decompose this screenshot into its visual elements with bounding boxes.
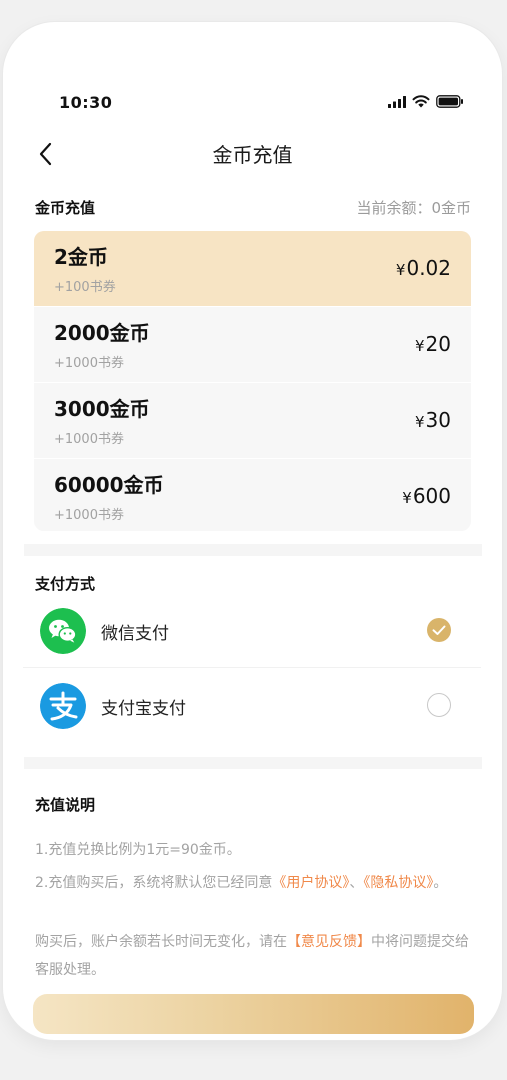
user-agreement-link[interactable]: 《用户协议》 [272, 875, 349, 891]
payment-label-wechat: 微信支付 [101, 624, 169, 644]
price-value: 600 [412, 484, 451, 508]
notes-title: 充值说明 [35, 796, 96, 814]
note-line-2-end: 。 [433, 875, 448, 891]
package-coins: 2000金币 [54, 321, 150, 345]
package-list: 2金币 +100书券 ¥0.02 2000金币 +1000书券 ¥20 3000… [34, 231, 471, 531]
price-value: 20 [425, 332, 451, 356]
section-divider [24, 544, 482, 556]
package-coins: 3000金币 [54, 397, 150, 421]
note-line-2-text: 2.充值购买后，系统将默认您已经同意 [35, 875, 273, 891]
page-title: 金币充值 [212, 143, 293, 167]
note-line-3-text: 购买后，账户余额若长时间无变化，请在 [35, 934, 287, 950]
package-bonus: +1000书券 [54, 356, 124, 371]
price-value: 0.02 [406, 256, 451, 280]
package-coins: 2金币 [54, 245, 108, 269]
battery-icon [436, 95, 463, 108]
privacy-agreement-link[interactable]: 《隐私协议》 [363, 875, 433, 891]
feedback-link[interactable]: 【意见反馈】 [287, 934, 371, 950]
currency-symbol: ¥ [395, 261, 406, 279]
payment-section-title: 支付方式 [35, 575, 96, 593]
note-line-1: 1.充值兑换比例为1元=90金币。 [35, 842, 241, 858]
payment-label-alipay: 支付宝支付 [101, 699, 186, 719]
note-line-3: 购买后，账户余额若长时间无变化，请在【意见反馈】中将问题提交给客服处理。 [35, 928, 480, 984]
package-price: ¥30 [415, 408, 451, 432]
signal-icon [388, 96, 406, 108]
alipay-icon [40, 683, 86, 729]
package-price: ¥20 [415, 332, 451, 356]
currency-symbol: ¥ [402, 489, 412, 507]
recharge-header: 金币充值 当前余额：0金币 [35, 197, 471, 219]
package-option-2[interactable]: 2金币 +100书券 ¥0.02 [34, 231, 471, 307]
checked-radio-icon[interactable] [427, 618, 451, 642]
nav-bar: 金币充值 [3, 134, 502, 174]
package-bonus: +100书券 [54, 280, 116, 295]
wechat-icon [40, 608, 86, 654]
package-bonus: +1000书券 [54, 508, 124, 523]
package-coins: 60000金币 [54, 473, 164, 497]
status-bar: 10:30 [3, 84, 502, 114]
payment-option-wechat[interactable]: 微信支付 [23, 597, 481, 668]
price-value: 30 [425, 408, 451, 432]
unchecked-radio-icon[interactable] [427, 693, 451, 717]
currency-symbol: ¥ [415, 337, 425, 355]
package-bonus: +1000书券 [54, 432, 124, 447]
status-time: 10:30 [59, 93, 113, 112]
recharge-section-title: 金币充值 [35, 199, 96, 217]
confirm-pay-button[interactable] [33, 994, 474, 1034]
section-divider [24, 757, 482, 769]
payment-option-alipay[interactable]: 支付宝支付 [23, 672, 481, 742]
currency-symbol: ¥ [415, 413, 425, 431]
wifi-icon [412, 95, 430, 108]
package-price: ¥600 [402, 484, 451, 508]
package-option-2000[interactable]: 2000金币 +1000书券 ¥20 [34, 307, 471, 383]
package-price: ¥0.02 [396, 256, 451, 280]
current-balance: 当前余额：0金币 [356, 199, 471, 217]
phone-frame: 10:30 金币充值 金币充值 当前余额：0金币 2金币 +100书券 ¥0.0… [3, 22, 502, 1040]
note-line-2: 2.充值购买后，系统将默认您已经同意《用户协议》、《隐私协议》。 [35, 869, 480, 897]
package-option-3000[interactable]: 3000金币 +1000书券 ¥30 [34, 383, 471, 459]
package-option-60000[interactable]: 60000金币 +1000书券 ¥600 [34, 459, 471, 531]
note-separator: 、 [349, 875, 364, 891]
